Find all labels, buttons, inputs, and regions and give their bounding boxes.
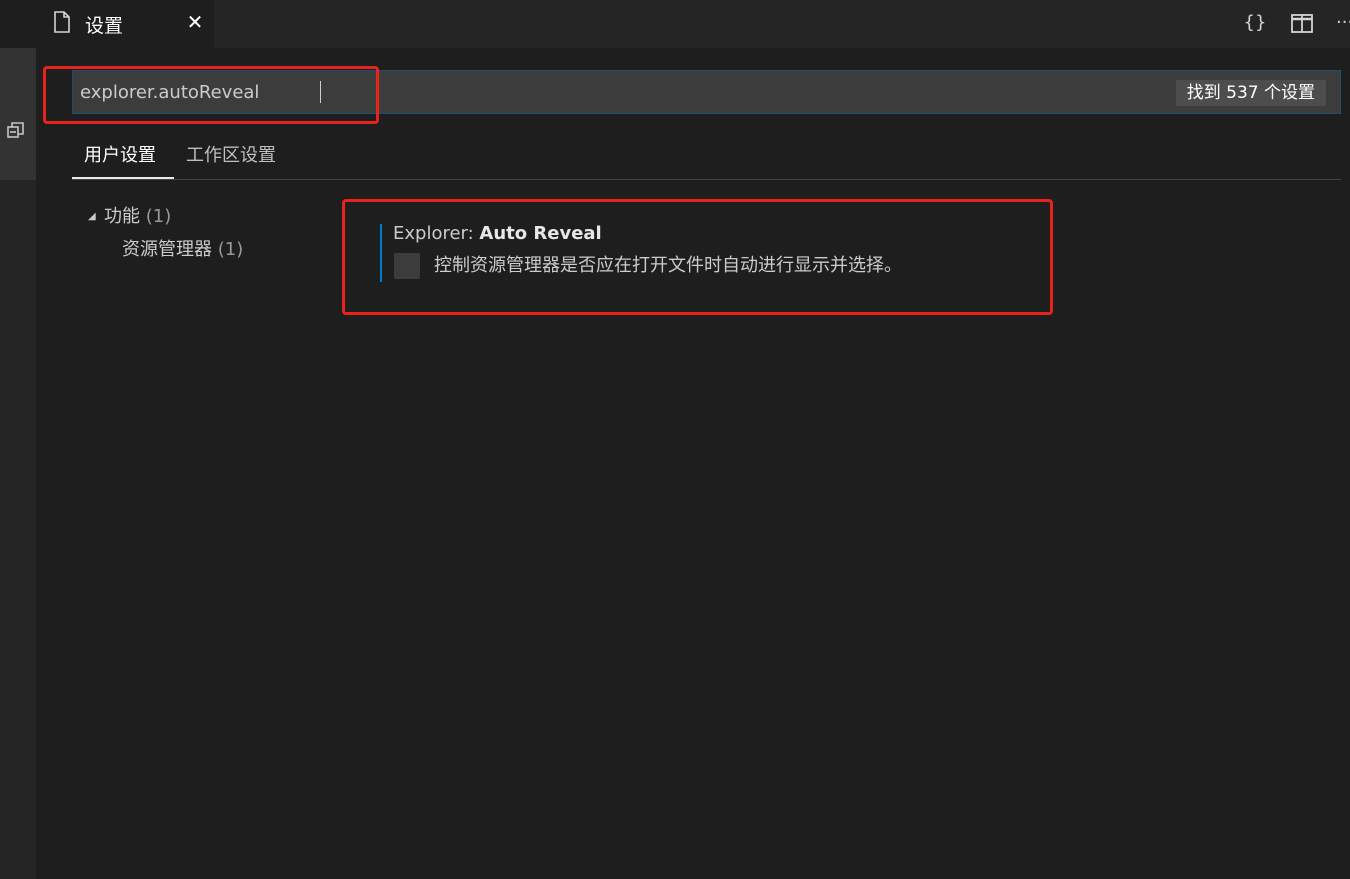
more-actions-button[interactable]: ··· bbox=[1336, 10, 1350, 36]
setting-explorer-auto-reveal: Explorer: Auto Reveal 控制资源管理器是否应在打开文件时自动… bbox=[380, 223, 1040, 282]
toc-item-label: 功能 bbox=[104, 206, 140, 227]
setting-title: Explorer: Auto Reveal bbox=[393, 223, 602, 245]
active-tab-underline bbox=[72, 177, 174, 179]
collapse-all-icon bbox=[7, 122, 24, 138]
search-input[interactable] bbox=[73, 71, 973, 113]
result-count-badge: 找到 537 个设置 bbox=[1175, 80, 1326, 106]
setting-name: Auto Reveal bbox=[479, 223, 602, 244]
tab-label: 设置 bbox=[85, 15, 124, 37]
toc-item-explorer[interactable]: 资源管理器 (1) bbox=[122, 238, 243, 262]
toc-item-features[interactable]: ◢ 功能 (1) bbox=[88, 205, 171, 229]
more-icon: ··· bbox=[1336, 12, 1350, 33]
split-editor-button[interactable] bbox=[1289, 10, 1315, 36]
editor-tab-bar: 设置 ✕ {} ··· bbox=[36, 0, 1350, 48]
toc-item-count: (1) bbox=[217, 239, 244, 260]
toc-item-count: (1) bbox=[145, 206, 172, 227]
setting-category: Explorer: bbox=[393, 223, 480, 244]
tab-workspace-settings[interactable]: 工作区设置 bbox=[186, 142, 276, 170]
setting-description: 控制资源管理器是否应在打开文件时自动进行显示并选择。 bbox=[434, 255, 902, 276]
settings-scope-tabs: 用户设置 工作区设置 bbox=[72, 138, 1341, 180]
activity-strip bbox=[0, 0, 36, 879]
split-editor-icon bbox=[1291, 14, 1313, 33]
toc-item-label: 资源管理器 bbox=[122, 239, 212, 260]
tab-settings[interactable]: 设置 ✕ bbox=[36, 0, 214, 48]
tab-user-settings[interactable]: 用户设置 bbox=[84, 142, 156, 170]
close-icon[interactable]: ✕ bbox=[184, 9, 206, 35]
text-cursor bbox=[320, 81, 321, 103]
open-settings-json-button[interactable]: {} bbox=[1240, 10, 1270, 36]
activity-strip-top bbox=[0, 0, 36, 48]
file-icon bbox=[54, 11, 70, 33]
settings-search: 找到 537 个设置 bbox=[72, 70, 1341, 114]
caret-down-icon: ◢ bbox=[88, 211, 96, 222]
json-braces-icon: {} bbox=[1243, 12, 1267, 33]
collapse-panel-button[interactable] bbox=[0, 48, 36, 180]
auto-reveal-checkbox[interactable] bbox=[394, 253, 420, 279]
